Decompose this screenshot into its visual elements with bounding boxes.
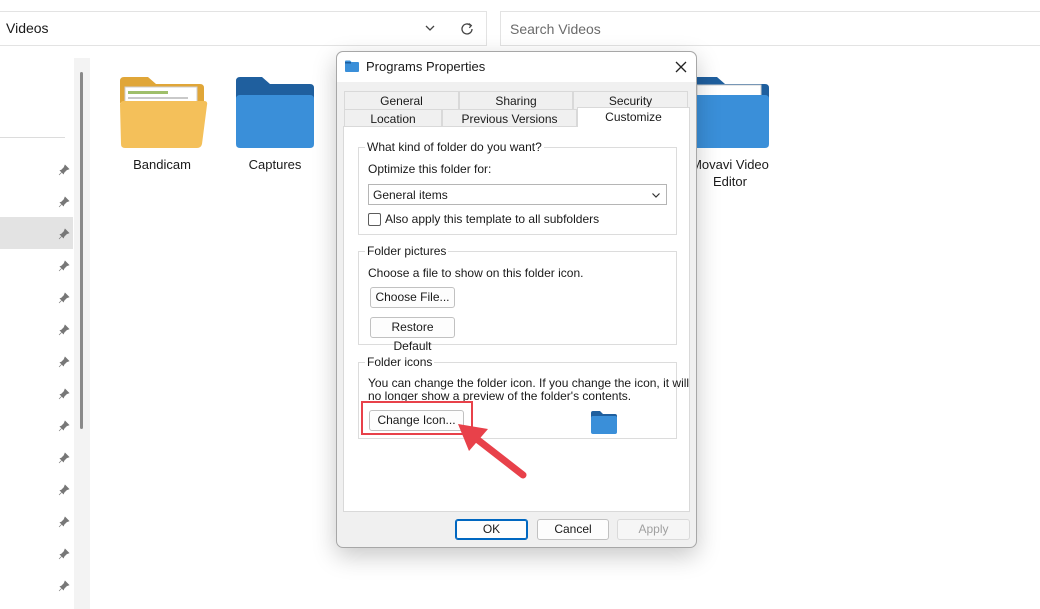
file-item-captures[interactable]: Captures <box>225 75 325 173</box>
pin-icon[interactable] <box>58 228 70 240</box>
nav-divider <box>0 137 65 138</box>
pin-icon[interactable] <box>58 196 70 208</box>
choose-file-button[interactable]: Choose File... <box>370 287 455 308</box>
refresh-icon[interactable] <box>457 19 477 39</box>
file-label: Bandicam <box>133 157 191 172</box>
nav-scrollbar-thumb[interactable] <box>80 72 83 429</box>
folder-icon <box>236 77 314 148</box>
close-icon[interactable] <box>673 59 689 75</box>
file-label: Captures <box>248 157 302 172</box>
pin-icon[interactable] <box>58 356 70 368</box>
annotation-arrow-icon <box>458 424 527 479</box>
optimize-select[interactable]: General items <box>368 184 667 205</box>
dialog-titlebar[interactable]: Programs Properties <box>337 52 696 82</box>
group-title: Folder pictures <box>365 244 449 258</box>
pin-icon[interactable] <box>58 516 70 528</box>
chevron-down-icon[interactable] <box>421 19 439 37</box>
pin-icon[interactable] <box>58 452 70 464</box>
address-text: Videos <box>6 20 49 36</box>
apply-subfolders-label[interactable]: Also apply this template to all subfolde… <box>385 212 599 226</box>
optimize-label: Optimize this folder for: <box>368 162 492 176</box>
address-bar[interactable]: Videos <box>0 11 487 46</box>
folder-preview-icon <box>591 411 617 434</box>
folder-type-group: What kind of folder do you want? Optimiz… <box>358 140 677 235</box>
pin-icon[interactable] <box>58 260 70 272</box>
pin-icon[interactable] <box>58 324 70 336</box>
folder-icon <box>120 77 208 148</box>
tab-location[interactable]: Location <box>344 109 442 127</box>
tab-previous-versions[interactable]: Previous Versions <box>442 109 577 127</box>
selected-option: General items <box>373 188 448 202</box>
pin-icon[interactable] <box>58 388 70 400</box>
ok-button[interactable]: OK <box>455 519 528 540</box>
search-placeholder: Search Videos <box>510 21 601 37</box>
folder-icon <box>691 77 769 148</box>
tab-customize[interactable]: Customize <box>577 107 690 127</box>
restore-default-button[interactable]: Restore Default <box>370 317 455 353</box>
pin-icon[interactable] <box>58 292 70 304</box>
pin-icon[interactable] <box>58 548 70 560</box>
tab-general[interactable]: General <box>344 91 459 109</box>
chevron-down-icon <box>652 193 660 198</box>
folder-icons-description-line1: You can change the folder icon. If you c… <box>368 376 690 390</box>
search-input[interactable]: Search Videos <box>500 11 1040 46</box>
pin-icon[interactable] <box>58 580 70 592</box>
group-title: What kind of folder do you want? <box>365 140 544 154</box>
group-title: Folder icons <box>365 355 435 369</box>
apply-subfolders-checkbox[interactable] <box>368 213 381 226</box>
tab-sharing[interactable]: Sharing <box>459 91 573 109</box>
apply-button[interactable]: Apply <box>617 519 690 540</box>
pin-icon[interactable] <box>58 420 70 432</box>
pin-icon[interactable] <box>58 484 70 496</box>
dialog-title: Programs Properties <box>366 59 486 74</box>
folder-icon <box>345 60 359 72</box>
folder-pictures-description: Choose a file to show on this folder ico… <box>368 266 584 280</box>
pin-icon[interactable] <box>58 164 70 176</box>
file-item-bandicam[interactable]: Bandicam <box>112 75 212 173</box>
folder-pictures-group: Folder pictures Choose a file to show on… <box>358 244 677 353</box>
cancel-button[interactable]: Cancel <box>537 519 609 540</box>
